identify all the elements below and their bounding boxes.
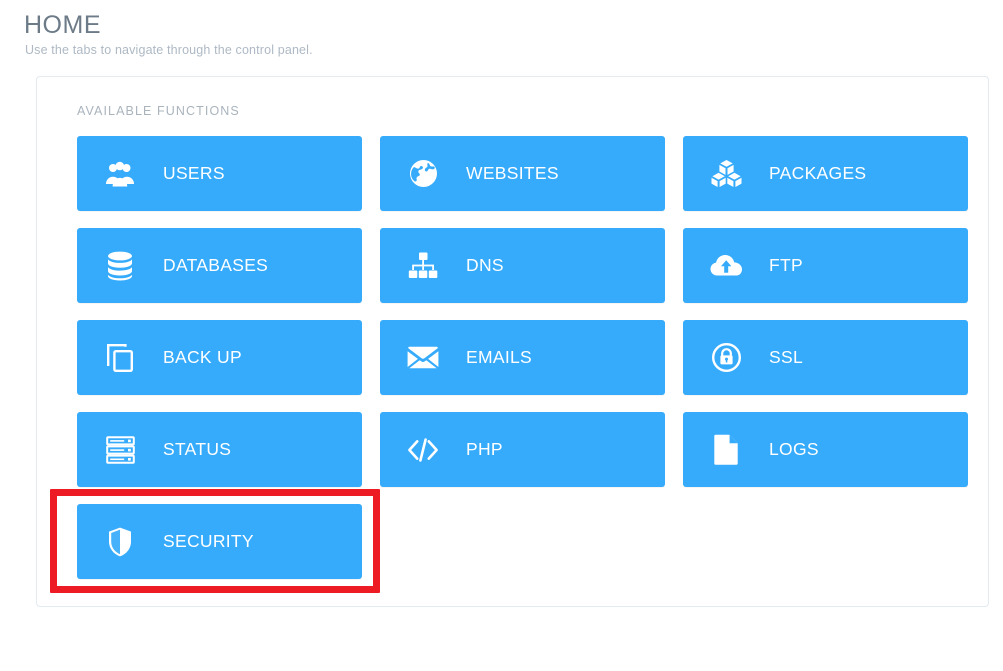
home-page: HOME Use the tabs to navigate through th… [0,0,1003,671]
tile-label: USERS [163,163,225,183]
server-icon [99,429,141,471]
tile-label: WEBSITES [466,163,559,183]
tile-ssl[interactable]: SSL [683,320,968,395]
tile-status[interactable]: STATUS [77,412,362,487]
sitemap-icon [402,245,444,287]
database-icon [99,245,141,287]
tile-dns[interactable]: DNS [380,228,665,303]
file-icon [705,429,747,471]
shield-icon [99,521,141,563]
tile-label: PHP [466,439,503,459]
envelope-icon [402,337,444,379]
available-functions-panel: AVAILABLE FUNCTIONS USERS WEBSITES PACKA… [36,76,989,607]
globe-icon [402,153,444,195]
lock-circle-icon [705,337,747,379]
page-title: HOME [24,11,101,39]
tile-label: PACKAGES [769,163,867,183]
tile-label: LOGS [769,439,819,459]
tile-users[interactable]: USERS [77,136,362,211]
tile-label: FTP [769,255,803,275]
users-icon [99,153,141,195]
tile-label: BACK UP [163,347,242,367]
code-icon [402,429,444,471]
tile-label: STATUS [163,439,232,459]
tile-label: EMAILS [466,347,532,367]
cloud-upload-icon [705,245,747,287]
tile-security[interactable]: SECURITY [77,504,362,579]
copy-icon [99,337,141,379]
tile-ftp[interactable]: FTP [683,228,968,303]
page-subtitle: Use the tabs to navigate through the con… [25,43,313,57]
panel-section-label: AVAILABLE FUNCTIONS [77,104,240,118]
tile-label: SECURITY [163,531,254,551]
tile-label: DATABASES [163,255,269,275]
tile-php[interactable]: PHP [380,412,665,487]
tile-websites[interactable]: WEBSITES [380,136,665,211]
tile-logs[interactable]: LOGS [683,412,968,487]
tile-label: DNS [466,255,504,275]
function-tile-grid: USERS WEBSITES PACKAGES DATABASES DNS FT… [77,136,968,579]
tile-databases[interactable]: DATABASES [77,228,362,303]
boxes-icon [705,153,747,195]
tile-label: SSL [769,347,803,367]
tile-back-up[interactable]: BACK UP [77,320,362,395]
tile-packages[interactable]: PACKAGES [683,136,968,211]
page-header: HOME Use the tabs to navigate through th… [24,10,724,58]
tile-emails[interactable]: EMAILS [380,320,665,395]
